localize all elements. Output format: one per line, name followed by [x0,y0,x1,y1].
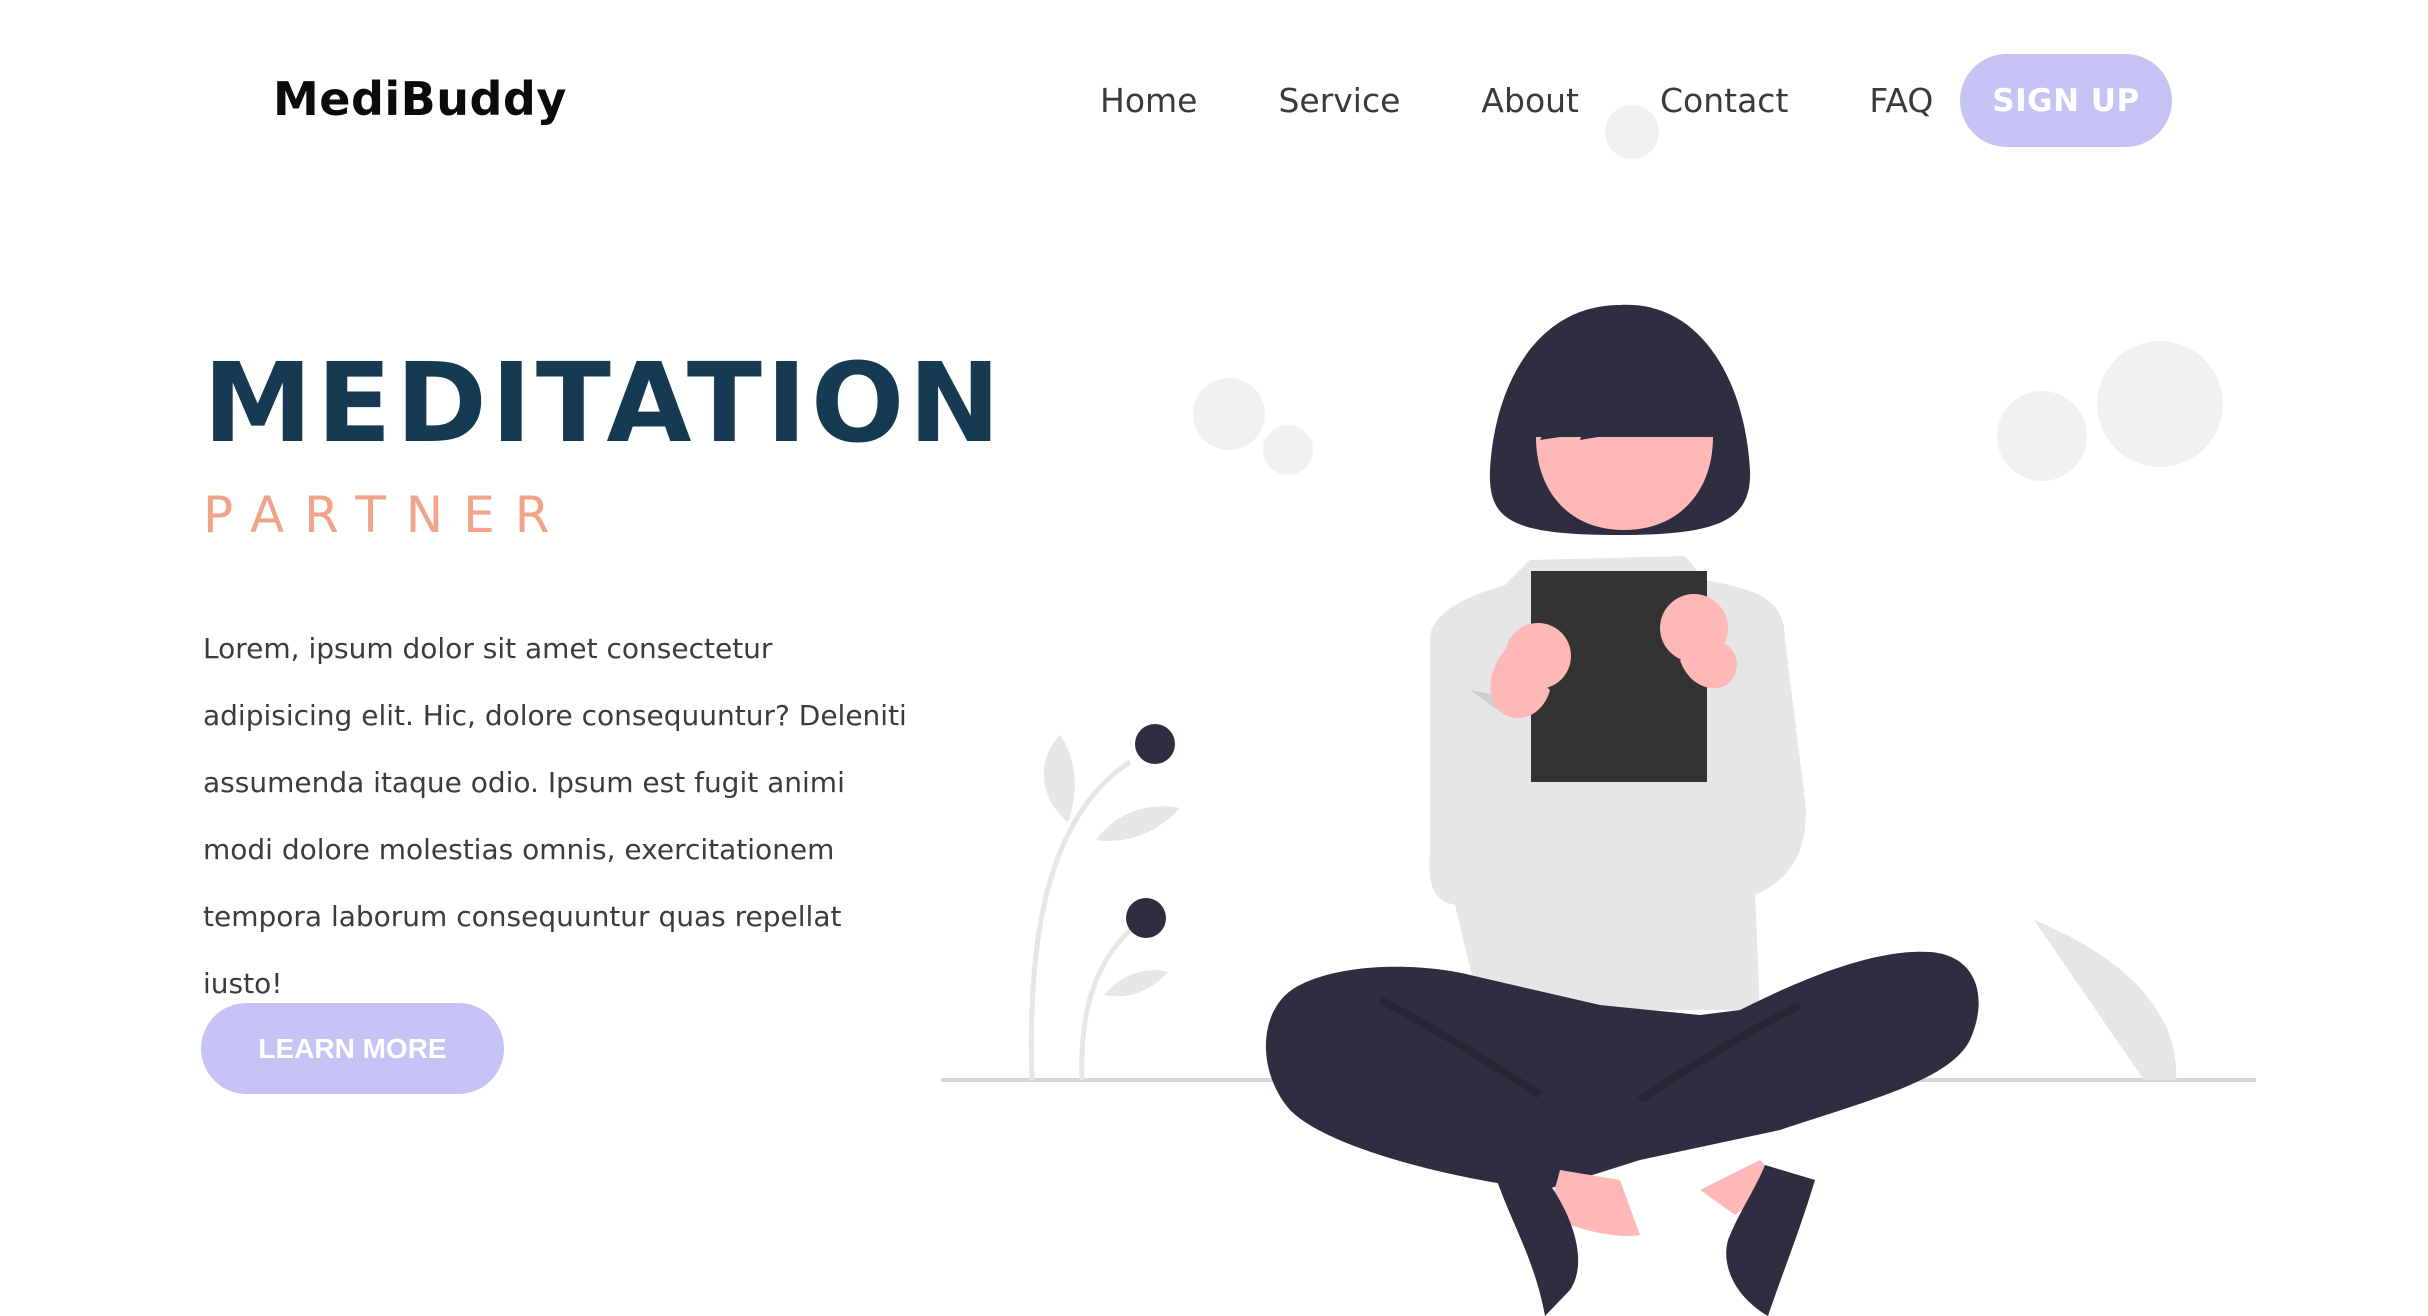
decor-bubble [1263,425,1313,475]
person-figure [1265,304,1979,1316]
leaf-icon [2034,920,2177,1080]
hero-description: Lorem, ipsum dolor sit amet consectetur … [203,632,907,1000]
decor-bubble [1997,391,2087,481]
main-nav: Home Service About Contact FAQ [1100,54,1973,147]
hero-subtitle: PARTNER [203,486,570,544]
nav-home[interactable]: Home [1100,81,1197,120]
plant-icon [1028,724,1180,1081]
nav-service[interactable]: Service [1278,81,1400,120]
brand-logo[interactable]: MediBuddy [273,72,567,126]
nav-faq[interactable]: FAQ [1869,81,1933,120]
hero-title: MEDITATION [203,339,1005,467]
decor-bubble [1193,378,1265,450]
nav-about[interactable]: About [1481,81,1579,120]
nav-contact[interactable]: Contact [1660,81,1788,120]
sign-up-button[interactable]: SIGN UP [1960,54,2172,147]
decor-bubble [2097,341,2223,467]
learn-more-button[interactable]: LEARN MORE [201,1003,504,1094]
